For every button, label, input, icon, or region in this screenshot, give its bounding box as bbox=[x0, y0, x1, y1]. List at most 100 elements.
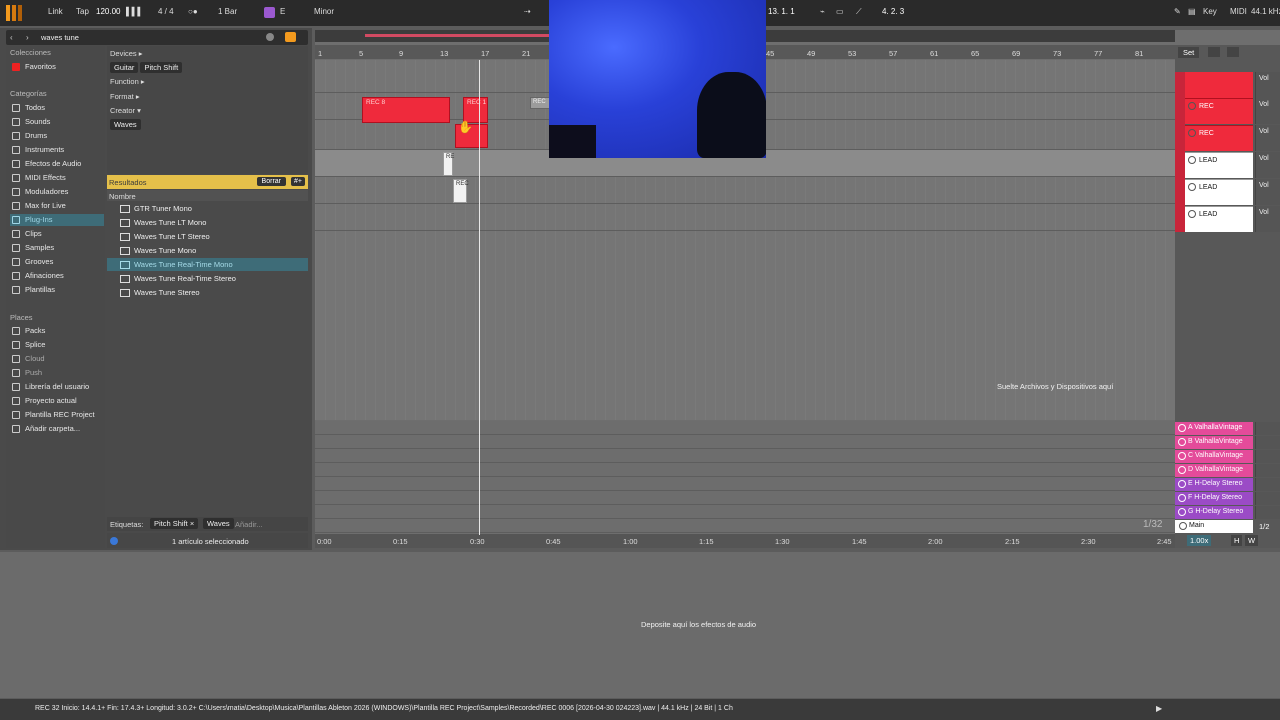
track-activator-icon[interactable] bbox=[1178, 424, 1186, 432]
sidebar-item-add-folder[interactable]: Añadir carpeta... bbox=[10, 423, 104, 435]
app-logo-icon[interactable] bbox=[6, 5, 22, 21]
track-header[interactable]: LEAD bbox=[1185, 206, 1253, 232]
sidebar-item-plugins[interactable]: Plug-Ins bbox=[10, 214, 104, 226]
list-item[interactable]: Waves Tune Real-Time Stereo bbox=[107, 272, 308, 285]
track-activator-icon[interactable] bbox=[1179, 522, 1187, 530]
sidebar-item-clips[interactable]: Clips bbox=[10, 228, 104, 240]
sidebar-item-sounds[interactable]: Sounds bbox=[10, 116, 104, 128]
lock-icon[interactable] bbox=[1227, 47, 1239, 57]
track-activator-icon[interactable] bbox=[1188, 129, 1196, 137]
track-header[interactable] bbox=[1185, 72, 1253, 98]
tag-guitar[interactable]: Guitar bbox=[110, 62, 139, 73]
set-button[interactable]: Set bbox=[1178, 47, 1200, 58]
sidebar-item-samples[interactable]: Samples bbox=[10, 242, 104, 254]
list-item[interactable]: GTR Tuner Mono bbox=[107, 202, 308, 215]
volume-control[interactable]: Vol bbox=[1255, 179, 1280, 205]
info-icon[interactable] bbox=[110, 537, 118, 545]
expand-icon[interactable] bbox=[1208, 47, 1220, 57]
sidebar-item-drums[interactable]: Drums bbox=[10, 130, 104, 142]
track-activator-icon[interactable] bbox=[1178, 508, 1186, 516]
tag-pitch-shift[interactable]: Pitch Shift bbox=[140, 62, 183, 73]
return-track-header[interactable]: G H-Delay Stereo bbox=[1175, 506, 1253, 519]
loop-length-field[interactable]: 4. 2. 3 bbox=[882, 7, 904, 16]
sidebar-item-favorites[interactable]: Favoritos bbox=[10, 61, 104, 73]
sidebar-item-max-for-live[interactable]: Max for Live bbox=[10, 200, 104, 212]
track-header[interactable]: LEAD bbox=[1185, 179, 1253, 205]
return-volume[interactable] bbox=[1255, 450, 1280, 463]
width-button[interactable]: W bbox=[1245, 535, 1259, 546]
return-track-header[interactable]: D ValhallaVintage bbox=[1175, 464, 1253, 477]
half-zoom-label[interactable]: 1/2 bbox=[1259, 522, 1269, 531]
sidebar-item-audio-effects[interactable]: Efectos de Audio bbox=[10, 158, 104, 170]
list-item[interactable]: Waves Tune Mono bbox=[107, 244, 308, 257]
folder-icon[interactable] bbox=[285, 32, 296, 42]
add-tag-input[interactable]: Añadir... bbox=[235, 520, 263, 529]
return-volume[interactable] bbox=[1255, 478, 1280, 491]
results-column-header[interactable]: Nombre bbox=[107, 190, 308, 201]
track-activator-icon[interactable] bbox=[1188, 183, 1196, 191]
tag-pitch-shift-chip[interactable]: Pitch Shift × bbox=[150, 518, 199, 529]
sidebar-item-midi-effects[interactable]: MIDI Effects bbox=[10, 172, 104, 184]
volume-control[interactable]: Vol bbox=[1255, 72, 1280, 98]
sidebar-item-cloud[interactable]: Cloud bbox=[10, 353, 104, 365]
track-header[interactable]: REC bbox=[1185, 98, 1253, 124]
track-activator-icon[interactable] bbox=[1178, 480, 1186, 488]
forward-arrow-icon[interactable]: › bbox=[26, 33, 29, 42]
return-track-header[interactable]: C ValhallaVintage bbox=[1175, 450, 1253, 463]
play-icon[interactable]: ▶ bbox=[1156, 704, 1162, 713]
list-item[interactable]: Waves Tune Stereo bbox=[107, 286, 308, 299]
track-activator-icon[interactable] bbox=[1178, 438, 1186, 446]
list-item[interactable]: Waves Tune LT Stereo bbox=[107, 230, 308, 243]
sidebar-item-push[interactable]: Push bbox=[10, 367, 104, 379]
follow-icon[interactable]: ⇢ bbox=[524, 7, 531, 16]
keyboard-icon[interactable]: ▤ bbox=[1188, 7, 1196, 16]
filter-function[interactable]: Function ▸ bbox=[110, 77, 145, 86]
pencil-icon[interactable]: ✎ bbox=[1174, 7, 1181, 16]
playhead[interactable] bbox=[479, 60, 480, 535]
time-ruler[interactable]: 0:00 0:15 0:30 0:45 1:00 1:15 1:30 1:45 … bbox=[315, 534, 1175, 548]
filter-format[interactable]: Format ▸ bbox=[110, 92, 140, 101]
audio-clip[interactable]: REC 8 bbox=[362, 97, 450, 123]
tag-waves[interactable]: Waves bbox=[110, 119, 141, 130]
sidebar-item-current-project[interactable]: Proyecto actual bbox=[10, 395, 104, 407]
height-button[interactable]: H bbox=[1231, 535, 1243, 546]
midi-map-button[interactable]: MIDI bbox=[1230, 7, 1247, 16]
return-volume[interactable] bbox=[1255, 436, 1280, 449]
track-header[interactable]: LEAD bbox=[1185, 152, 1253, 178]
filter-devices[interactable]: Devices ▸ bbox=[110, 49, 143, 58]
return-track-header[interactable]: E H-Delay Stereo bbox=[1175, 478, 1253, 491]
sidebar-item-user-library[interactable]: Librería del usuario bbox=[10, 381, 104, 393]
clear-search-icon[interactable] bbox=[266, 33, 274, 41]
search-input[interactable]: waves tune bbox=[41, 33, 79, 42]
sidebar-item-todos[interactable]: Todos bbox=[10, 102, 104, 114]
metronome-icon[interactable]: ▌▌▌ bbox=[126, 7, 143, 16]
draw-mode-icon[interactable]: ⟋ bbox=[856, 7, 862, 17]
sidebar-item-templates[interactable]: Plantillas bbox=[10, 284, 104, 296]
key-root-select[interactable]: E bbox=[280, 7, 285, 16]
group-bar[interactable] bbox=[1175, 72, 1185, 232]
key-map-button[interactable]: Key bbox=[1203, 7, 1217, 16]
tempo-field[interactable]: 120.00 bbox=[96, 7, 120, 16]
track-activator-icon[interactable] bbox=[1188, 102, 1196, 110]
track-activator-icon[interactable] bbox=[1188, 156, 1196, 164]
filter-creator[interactable]: Creator ▾ bbox=[110, 106, 141, 115]
track-activator-icon[interactable] bbox=[1178, 452, 1186, 460]
audio-clip[interactable]: REC bbox=[530, 97, 550, 109]
loop-switch-icon[interactable]: ⌁ bbox=[820, 7, 825, 16]
track-header[interactable]: REC bbox=[1185, 125, 1253, 151]
return-track-header[interactable]: A ValhallaVintage bbox=[1175, 422, 1253, 435]
add-filter-button[interactable]: #+ bbox=[291, 177, 305, 186]
track-activator-icon[interactable] bbox=[1188, 210, 1196, 218]
sidebar-item-grooves[interactable]: Grooves bbox=[10, 256, 104, 268]
audio-clip[interactable]: REC bbox=[453, 179, 469, 203]
list-item-selected[interactable]: Waves Tune Real-Time Mono bbox=[107, 258, 308, 271]
sidebar-item-packs[interactable]: Packs bbox=[10, 325, 104, 337]
loop-brace[interactable] bbox=[365, 34, 555, 37]
quantize-select[interactable]: 1 Bar bbox=[218, 7, 237, 16]
return-track-header[interactable]: B ValhallaVintage bbox=[1175, 436, 1253, 449]
meter-field[interactable]: 4 / 4 bbox=[158, 7, 174, 16]
volume-control[interactable]: Vol bbox=[1255, 206, 1280, 232]
track-lane[interactable] bbox=[315, 204, 1175, 231]
track-activator-icon[interactable] bbox=[1178, 494, 1186, 502]
speed-field[interactable]: 1.00x bbox=[1187, 535, 1212, 546]
